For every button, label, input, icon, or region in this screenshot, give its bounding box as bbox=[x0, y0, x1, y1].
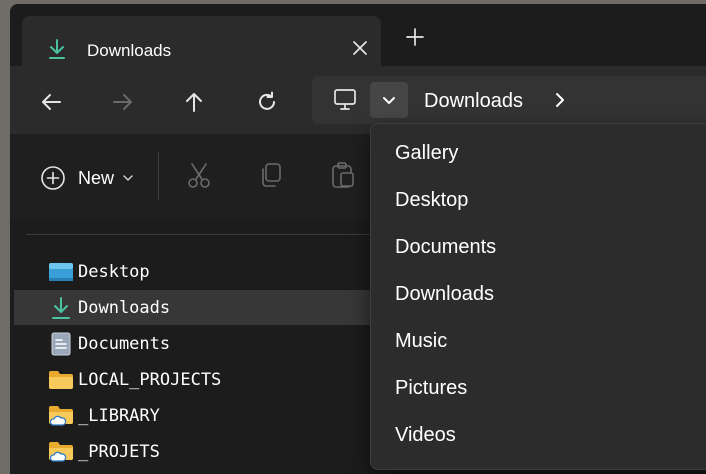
nav-item-projets[interactable]: _PROJETS bbox=[14, 434, 384, 469]
new-button-label: New bbox=[78, 167, 115, 188]
menu-item-label: Videos bbox=[395, 424, 456, 446]
this-pc-icon[interactable] bbox=[332, 87, 358, 118]
breadcrumb-downloads[interactable]: Downloads bbox=[424, 90, 523, 113]
title-bar: Downloads bbox=[10, 4, 706, 66]
command-separator bbox=[158, 152, 159, 200]
address-dropdown-button[interactable] bbox=[370, 82, 408, 118]
menu-item-documents[interactable]: Documents bbox=[371, 228, 706, 268]
chevron-down-icon bbox=[122, 172, 134, 184]
desktop-folder-icon bbox=[48, 260, 74, 284]
download-icon bbox=[47, 38, 67, 65]
menu-item-label: Gallery bbox=[395, 142, 459, 164]
arrow-left-icon bbox=[42, 94, 61, 110]
cut-icon[interactable] bbox=[186, 161, 212, 194]
up-button[interactable] bbox=[180, 88, 208, 116]
download-icon bbox=[48, 296, 74, 320]
menu-item-label: Music bbox=[395, 330, 448, 352]
menu-item-videos[interactable]: Videos bbox=[371, 416, 706, 456]
arrow-up-icon bbox=[186, 93, 202, 112]
cloud-folder-icon bbox=[48, 440, 74, 464]
nav-item-local-projects[interactable]: LOCAL_PROJECTS bbox=[14, 362, 384, 397]
tab-downloads[interactable]: Downloads bbox=[22, 16, 381, 66]
forward-button[interactable] bbox=[109, 88, 137, 116]
refresh-button[interactable] bbox=[253, 88, 281, 116]
arrow-right-icon bbox=[113, 94, 132, 110]
paste-icon[interactable] bbox=[330, 161, 356, 194]
chevron-down-icon bbox=[383, 97, 395, 104]
chevron-right-icon[interactable] bbox=[552, 91, 568, 114]
menu-item-label: Documents bbox=[395, 236, 497, 258]
menu-item-pictures[interactable]: Pictures bbox=[371, 369, 706, 409]
new-tab-plus-icon[interactable] bbox=[405, 27, 425, 52]
address-bar[interactable]: Downloads bbox=[312, 76, 706, 124]
nav-item-label: Desktop bbox=[78, 262, 150, 282]
nav-item-documents[interactable]: Documents bbox=[14, 326, 384, 361]
nav-item-library[interactable]: _LIBRARY bbox=[14, 398, 384, 433]
cloud-folder-icon bbox=[48, 404, 74, 428]
nav-item-label: LOCAL_PROJECTS bbox=[78, 370, 222, 390]
refresh-icon bbox=[259, 91, 275, 110]
nav-item-desktop[interactable]: Desktop bbox=[14, 254, 384, 289]
document-icon bbox=[48, 332, 74, 356]
nav-item-label: Downloads bbox=[78, 298, 171, 318]
nav-item-label: _LIBRARY bbox=[78, 406, 160, 426]
nav-item-label: Documents bbox=[78, 334, 171, 354]
close-icon[interactable] bbox=[350, 38, 370, 63]
folder-icon bbox=[48, 368, 74, 392]
nav-item-downloads[interactable]: Downloads bbox=[14, 290, 384, 325]
menu-item-label: Desktop bbox=[395, 189, 469, 211]
menu-item-label: Pictures bbox=[395, 377, 468, 399]
menu-item-downloads[interactable]: Downloads bbox=[371, 275, 706, 315]
menu-item-gallery[interactable]: Gallery bbox=[371, 134, 706, 174]
menu-item-label: Downloads bbox=[395, 283, 494, 305]
nav-item-label: _PROJETS bbox=[78, 442, 160, 462]
plus-circle-icon bbox=[41, 166, 65, 190]
navigation-divider bbox=[26, 234, 386, 235]
menu-item-music[interactable]: Music bbox=[371, 322, 706, 362]
tab-title: Downloads bbox=[87, 41, 172, 60]
address-dropdown-menu: Gallery Desktop Documents Downloads Musi… bbox=[370, 123, 706, 470]
menu-item-desktop[interactable]: Desktop bbox=[371, 181, 706, 221]
back-button[interactable] bbox=[37, 88, 65, 116]
copy-icon[interactable] bbox=[258, 161, 284, 194]
new-button[interactable]: New bbox=[40, 164, 134, 192]
